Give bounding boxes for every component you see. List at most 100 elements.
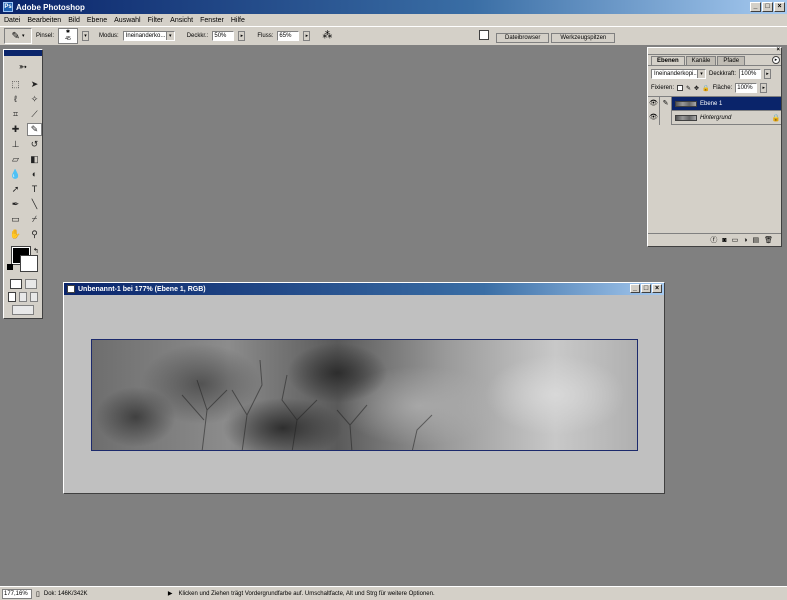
brush-tool-icon: ✎ [11,30,20,42]
tab-werkzeugspitzen[interactable]: Werkzeugspitzen [551,33,616,43]
screen-mode-full-button[interactable] [30,292,38,302]
eye-icon[interactable]: 👁 [648,110,660,125]
palette-menu-icon[interactable]: ▸ [772,56,780,64]
feather-logo-icon[interactable]: ➳ [6,58,40,76]
doc-maximize-button[interactable]: □ [641,284,651,293]
opacity-slider-arrow[interactable]: ▸ [238,31,246,41]
background-color[interactable] [20,255,38,272]
brush-picker[interactable]: ✱ 45 [58,28,79,44]
brush-tool-icon[interactable]: ✎ [27,123,42,136]
new-layer-icon[interactable]: ▤ [752,236,759,244]
eye-icon[interactable]: 👁 [648,96,660,111]
magic-wand-tool-icon[interactable]: ✧ [27,93,42,106]
standard-mode-button[interactable] [9,279,22,289]
lock-pixels-icon[interactable]: ✎ [686,85,691,92]
mode-dropdown[interactable]: Ineinanderko... ▾ [122,31,175,41]
type-tool-icon[interactable]: T [27,183,42,196]
screen-mode-menu-button[interactable] [19,292,27,302]
jump-to-imageready-button[interactable] [12,305,34,315]
brush-icon[interactable]: ✎ [660,96,672,111]
close-icon[interactable]: × [776,47,780,53]
menu-bearbeiten[interactable]: Bearbeiten [27,17,61,24]
eyedropper-tool-icon[interactable]: ⌿ [27,213,42,226]
lock-transparency-checkbox[interactable] [677,85,684,91]
lock-icon: 🔒 [771,114,781,122]
path-selection-tool-icon[interactable]: ➚ [8,183,23,196]
eraser-tool-icon[interactable]: ▱ [8,153,23,166]
palette-title-bar[interactable]: × [648,47,781,55]
layer-opacity-field[interactable]: 100% [739,69,762,79]
screen-mode-standard-button[interactable] [8,292,16,302]
minimize-button[interactable]: _ [750,2,761,12]
line-tool-icon[interactable]: ╲ [27,198,42,211]
new-set-icon[interactable]: ▭ [732,236,739,244]
flow-field[interactable]: 65% [277,31,300,41]
layer-blend-mode-dropdown[interactable]: Ineinanderkopi... ▾ [651,69,706,79]
menu-filter[interactable]: Filter [148,17,164,24]
default-colors-icon[interactable] [7,264,13,270]
airbrush-icon[interactable]: ⁂ [320,29,334,43]
gradient-tool-icon[interactable]: ◧ [27,153,42,166]
zoom-tool-icon[interactable]: ⚲ [27,228,42,241]
status-menu-icon[interactable]: ▶ [168,590,173,597]
lasso-tool-icon[interactable]: ℓ [8,93,23,106]
photoshop-icon: Ps [3,2,13,12]
toolbox-title-bar[interactable] [4,50,42,56]
layer-blend-mode: Ineinanderkopi... [654,71,699,77]
close-button[interactable]: × [774,2,785,12]
tool-preset-picker[interactable]: ✎ ▾ [4,28,32,44]
clone-stamp-tool-icon[interactable]: ⊥ [8,138,23,151]
dodge-tool-icon[interactable]: ◐ [27,168,42,181]
marquee-tool-icon[interactable]: ⬚ [8,78,23,91]
layer-row[interactable]: 👁 Hintergrund 🔒 [648,110,781,125]
fill-field[interactable]: 100% [735,83,758,93]
move-tool-icon[interactable]: ➤ [27,78,42,91]
menu-fenster[interactable]: Fenster [200,17,224,24]
adjustment-layer-icon[interactable]: ◑ [743,237,747,244]
maximize-button[interactable]: □ [762,2,773,12]
trash-icon[interactable]: 🗑 [764,236,773,244]
doc-close-button[interactable]: × [652,284,662,293]
tab-dateibrowser[interactable]: Dateibrowser [496,33,550,43]
crop-tool-icon[interactable]: ⌗ [8,108,23,121]
lock-all-icon[interactable]: 🔒 [702,85,709,92]
layer-row[interactable]: 👁 ✎ Ebene 1 [648,96,781,111]
tab-pfade[interactable]: Pfade [717,56,746,65]
menu-ebene[interactable]: Ebene [87,17,107,24]
document-info-icon[interactable]: ▯ [36,590,40,598]
opacity-field[interactable]: 50% [212,31,235,41]
flow-slider-arrow[interactable]: ▸ [303,31,311,41]
document-title-bar[interactable]: Unbenannt-1 bei 177% (Ebene 1, RGB) _ □ … [64,283,664,295]
pen-tool-icon[interactable]: ✒ [8,198,23,211]
healing-brush-tool-icon[interactable]: ✚ [8,123,23,136]
history-brush-tool-icon[interactable]: ↺ [27,138,42,151]
options-bar: ✎ ▾ Pinsel: ✱ 45 ▾ Modus: Ineinanderko..… [0,26,787,46]
slice-tool-icon[interactable]: ⟋ [27,108,42,121]
brush-picker-arrow[interactable]: ▾ [82,31,90,41]
layer-mask-icon[interactable]: ◙ [722,237,726,244]
layer-style-icon[interactable]: ⓕ [710,235,717,245]
doc-minimize-button[interactable]: _ [630,284,640,293]
menu-bild[interactable]: Bild [68,17,80,24]
menu-auswahl[interactable]: Auswahl [114,17,140,24]
mode-value: Ineinanderko... [125,33,166,39]
tab-kanaele[interactable]: Kanäle [685,56,717,65]
lock-position-icon[interactable]: ✥ [694,85,699,92]
tab-ebenen[interactable]: Ebenen [651,56,685,65]
menu-datei[interactable]: Datei [4,17,20,24]
palette-well-icon[interactable] [479,30,489,40]
notes-tool-icon[interactable]: ▭ [8,213,23,226]
swap-colors-icon[interactable]: ↰ [33,247,39,255]
hand-tool-icon[interactable]: ✋ [8,228,23,241]
menu-hilfe[interactable]: Hilfe [231,17,245,24]
link-slot[interactable] [660,110,672,125]
menu-ansicht[interactable]: Ansicht [170,17,193,24]
quick-mask-mode-button[interactable] [24,279,37,289]
brush-tip-icon: ✱ [65,29,71,35]
document-title: Unbenannt-1 bei 177% (Ebene 1, RGB) [78,285,206,293]
fill-arrow[interactable]: ▸ [760,83,768,93]
blur-tool-icon[interactable]: 💧 [8,168,23,181]
layer-opacity-arrow[interactable]: ▸ [764,69,772,79]
zoom-field[interactable]: 177,16% [2,588,32,599]
image-canvas[interactable] [91,339,638,451]
